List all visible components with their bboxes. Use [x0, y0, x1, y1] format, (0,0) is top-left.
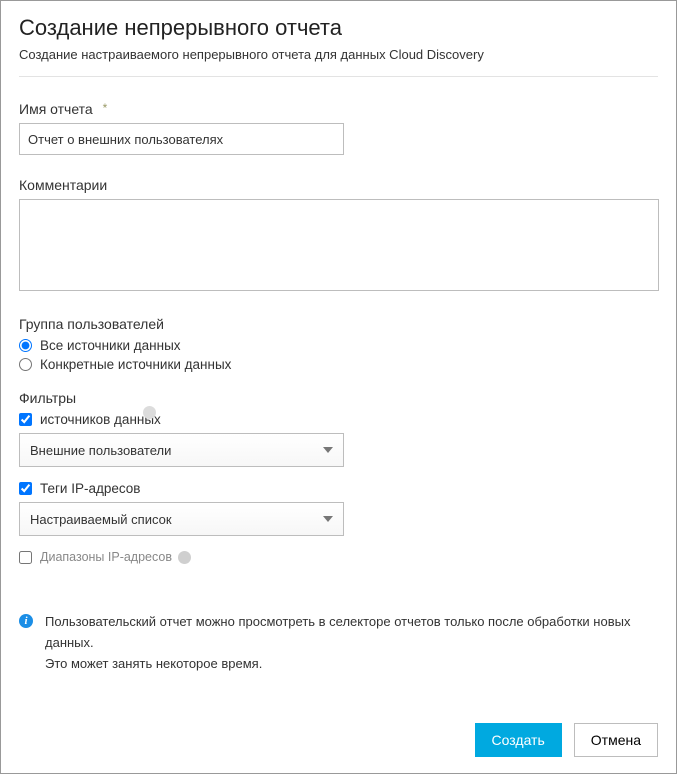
info-banner: i Пользовательский отчет можно просмотре… [19, 612, 658, 674]
radio-all-sources[interactable] [19, 339, 32, 352]
create-continuous-report-dialog: Создание непрерывного отчета Создание на… [0, 0, 677, 774]
info-icon: i [19, 614, 33, 628]
filter-data-sources-row[interactable]: источников данных [19, 412, 658, 427]
cancel-button[interactable]: Отмена [574, 723, 658, 757]
report-name-label: Имя отчета * [19, 101, 658, 117]
radio-all-sources-label: Все источники данных [40, 338, 181, 353]
info-line-1: Пользовательский отчет можно просмотреть… [45, 612, 658, 654]
required-asterisk: * [103, 101, 108, 115]
dialog-subtitle: Создание настраиваемого непрерывного отч… [19, 47, 658, 62]
filter-ip-tags-row[interactable]: Теги IP-адресов [19, 481, 658, 496]
filter-data-sources-select[interactable]: Внешние пользователи [19, 433, 344, 467]
filter-ip-ranges-row[interactable]: Диапазоны IP-адресов [19, 550, 658, 564]
filters-heading: Фильтры [19, 390, 658, 406]
dialog-title: Создание непрерывного отчета [19, 15, 658, 41]
info-line-2: Это может занять некоторое время. [45, 654, 658, 675]
radio-specific-sources[interactable] [19, 358, 32, 371]
dialog-footer: Создать Отмена [475, 723, 658, 757]
report-name-input[interactable] [19, 123, 344, 155]
create-button[interactable]: Создать [475, 723, 562, 757]
filter-ip-tags-label: Теги IP-адресов [40, 481, 140, 496]
filter-ip-tags-checkbox[interactable] [19, 482, 32, 495]
report-name-label-text: Имя отчета [19, 101, 93, 117]
comments-textarea[interactable] [19, 199, 659, 291]
chevron-down-icon [323, 516, 333, 522]
info-text: Пользовательский отчет можно просмотреть… [45, 612, 658, 674]
filter-data-sources-select-value: Внешние пользователи [30, 443, 323, 458]
filter-ip-tags-select-value: Настраиваемый список [30, 512, 323, 527]
filter-ip-ranges-checkbox[interactable] [19, 551, 32, 564]
filter-ip-tags-select[interactable]: Настраиваемый список [19, 502, 344, 536]
filter-data-sources-checkbox[interactable] [19, 413, 32, 426]
comments-label: Комментарии [19, 177, 658, 193]
radio-specific-sources-label: Конкретные источники данных [40, 357, 231, 372]
chevron-down-icon [323, 447, 333, 453]
user-group-heading: Группа пользователей [19, 316, 658, 332]
radio-all-sources-row[interactable]: Все источники данных [19, 338, 658, 353]
help-icon [178, 551, 191, 564]
filter-ip-ranges-label: Диапазоны IP-адресов [40, 550, 172, 564]
help-icon [143, 406, 156, 419]
divider [19, 76, 658, 77]
radio-specific-sources-row[interactable]: Конкретные источники данных [19, 357, 658, 372]
